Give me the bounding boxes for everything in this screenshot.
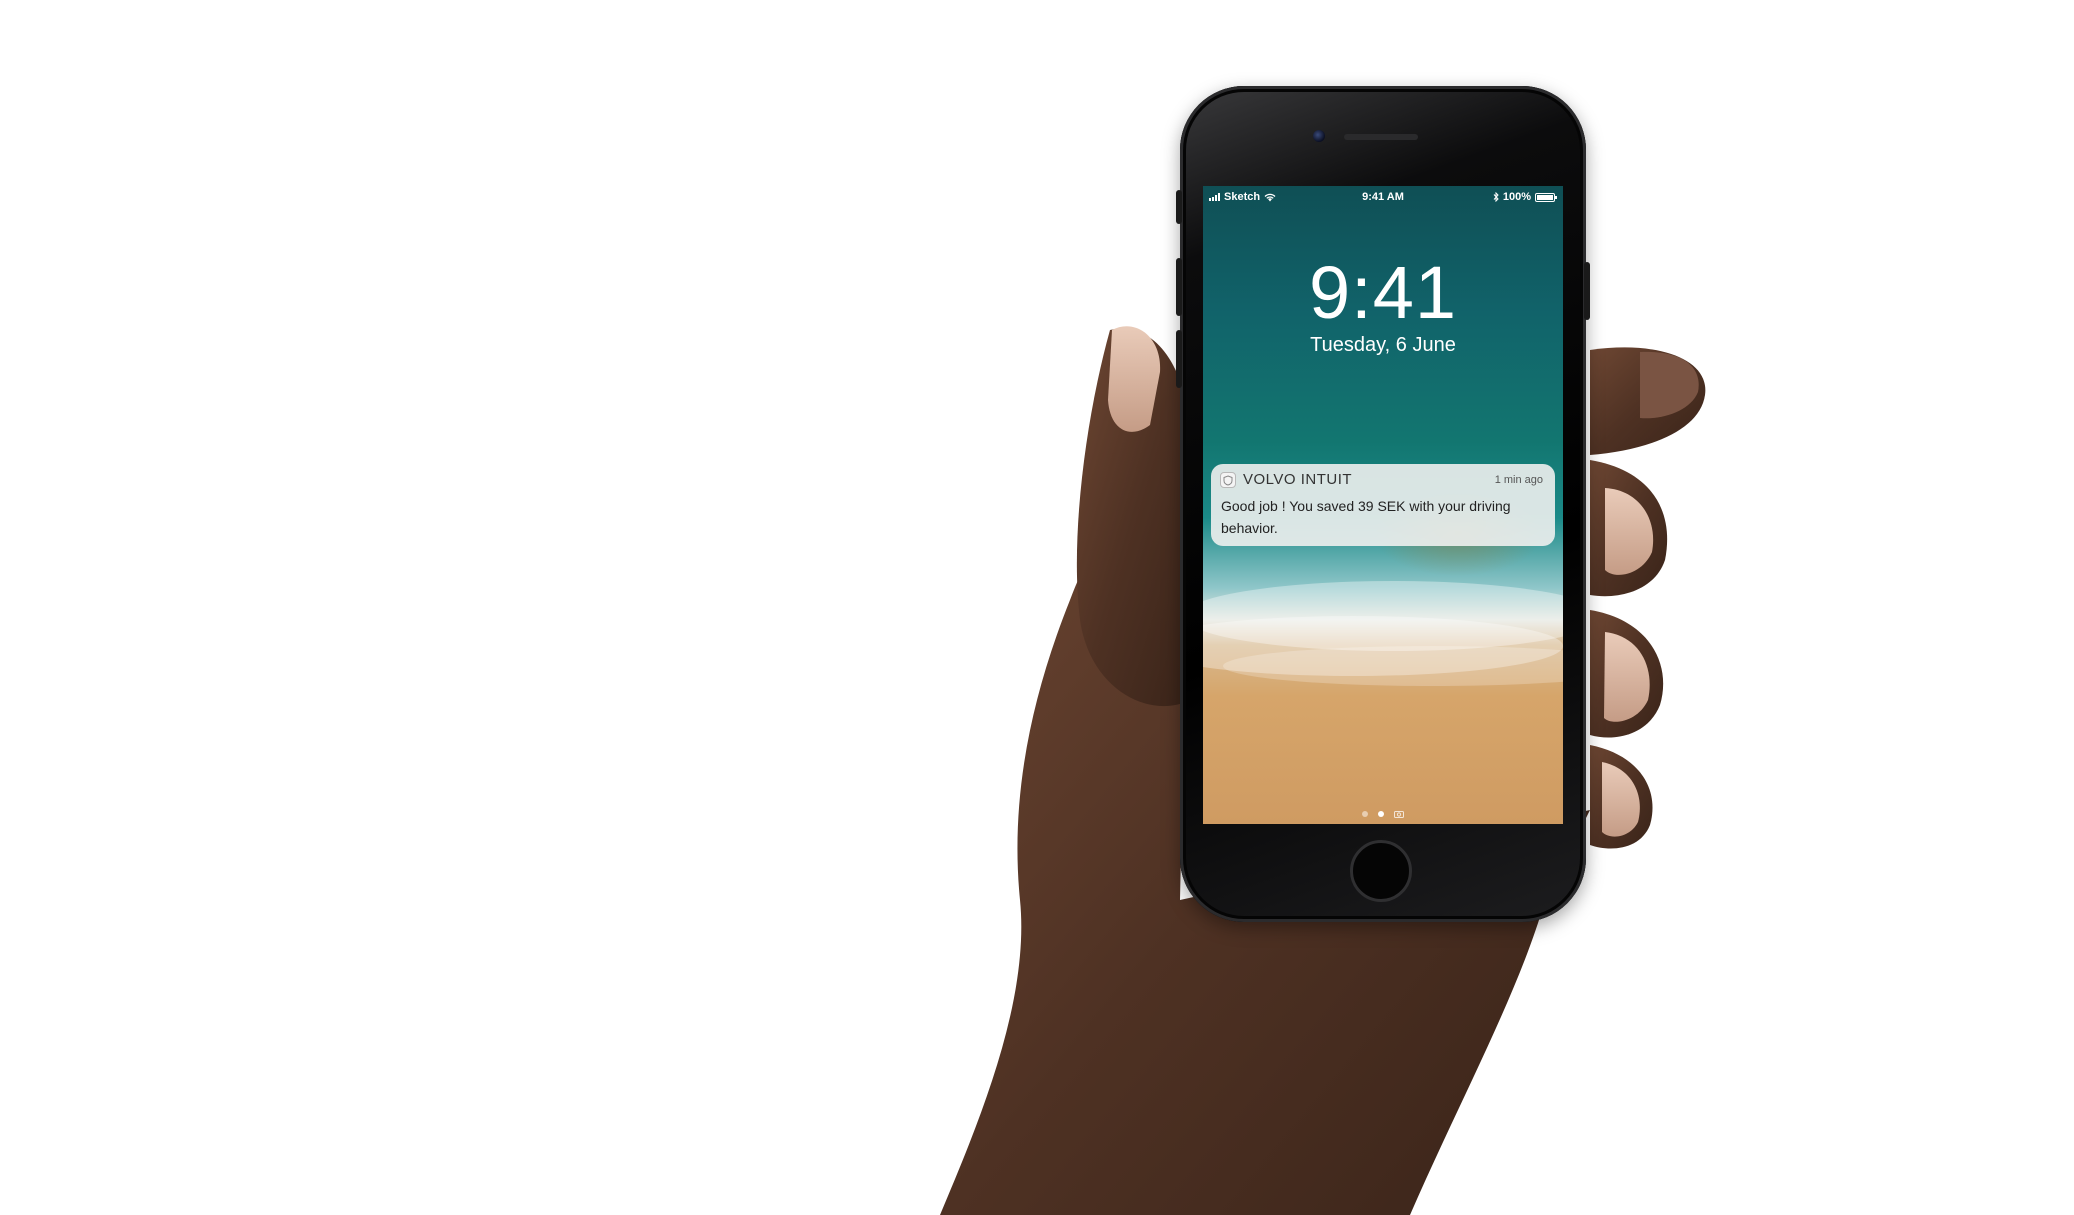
status-bar: Sketch 9:41 AM 100%	[1203, 186, 1563, 208]
lock-screen: Sketch 9:41 AM 100% 9:41 Tuesday, 6 June	[1203, 186, 1563, 824]
camera-icon[interactable]	[1394, 810, 1404, 818]
hand-illustration	[940, 326, 1706, 1215]
volume-down-button	[1176, 330, 1182, 388]
notification-message: Good job ! You saved 39 SEK with your dr…	[1221, 498, 1511, 536]
page-dot-active	[1378, 811, 1384, 817]
power-button	[1584, 262, 1590, 320]
page-indicator	[1203, 810, 1563, 818]
volume-up-button	[1176, 258, 1182, 316]
front-camera-icon	[1313, 130, 1325, 142]
earpiece-speaker	[1344, 134, 1418, 140]
phone: Sketch 9:41 AM 100% 9:41 Tuesday, 6 June	[1176, 86, 1590, 922]
battery-icon	[1535, 192, 1557, 202]
lock-date: Tuesday, 6 June	[1310, 334, 1456, 356]
page-dot	[1362, 811, 1368, 817]
home-button[interactable]	[1350, 840, 1412, 902]
notification-time: 1 min ago	[1494, 474, 1543, 486]
app-shield-icon	[1220, 472, 1236, 488]
notification-card[interactable]: VOLVO INTUIT 1 min ago Good job ! You sa…	[1211, 464, 1555, 546]
bluetooth-icon	[1493, 192, 1499, 202]
mute-switch	[1176, 190, 1182, 224]
battery-percent: 100%	[1502, 191, 1531, 203]
lock-clock: 9:41	[1308, 251, 1458, 334]
surf-foam	[1223, 646, 1563, 686]
notification-app-name: VOLVO INTUIT	[1243, 471, 1353, 488]
